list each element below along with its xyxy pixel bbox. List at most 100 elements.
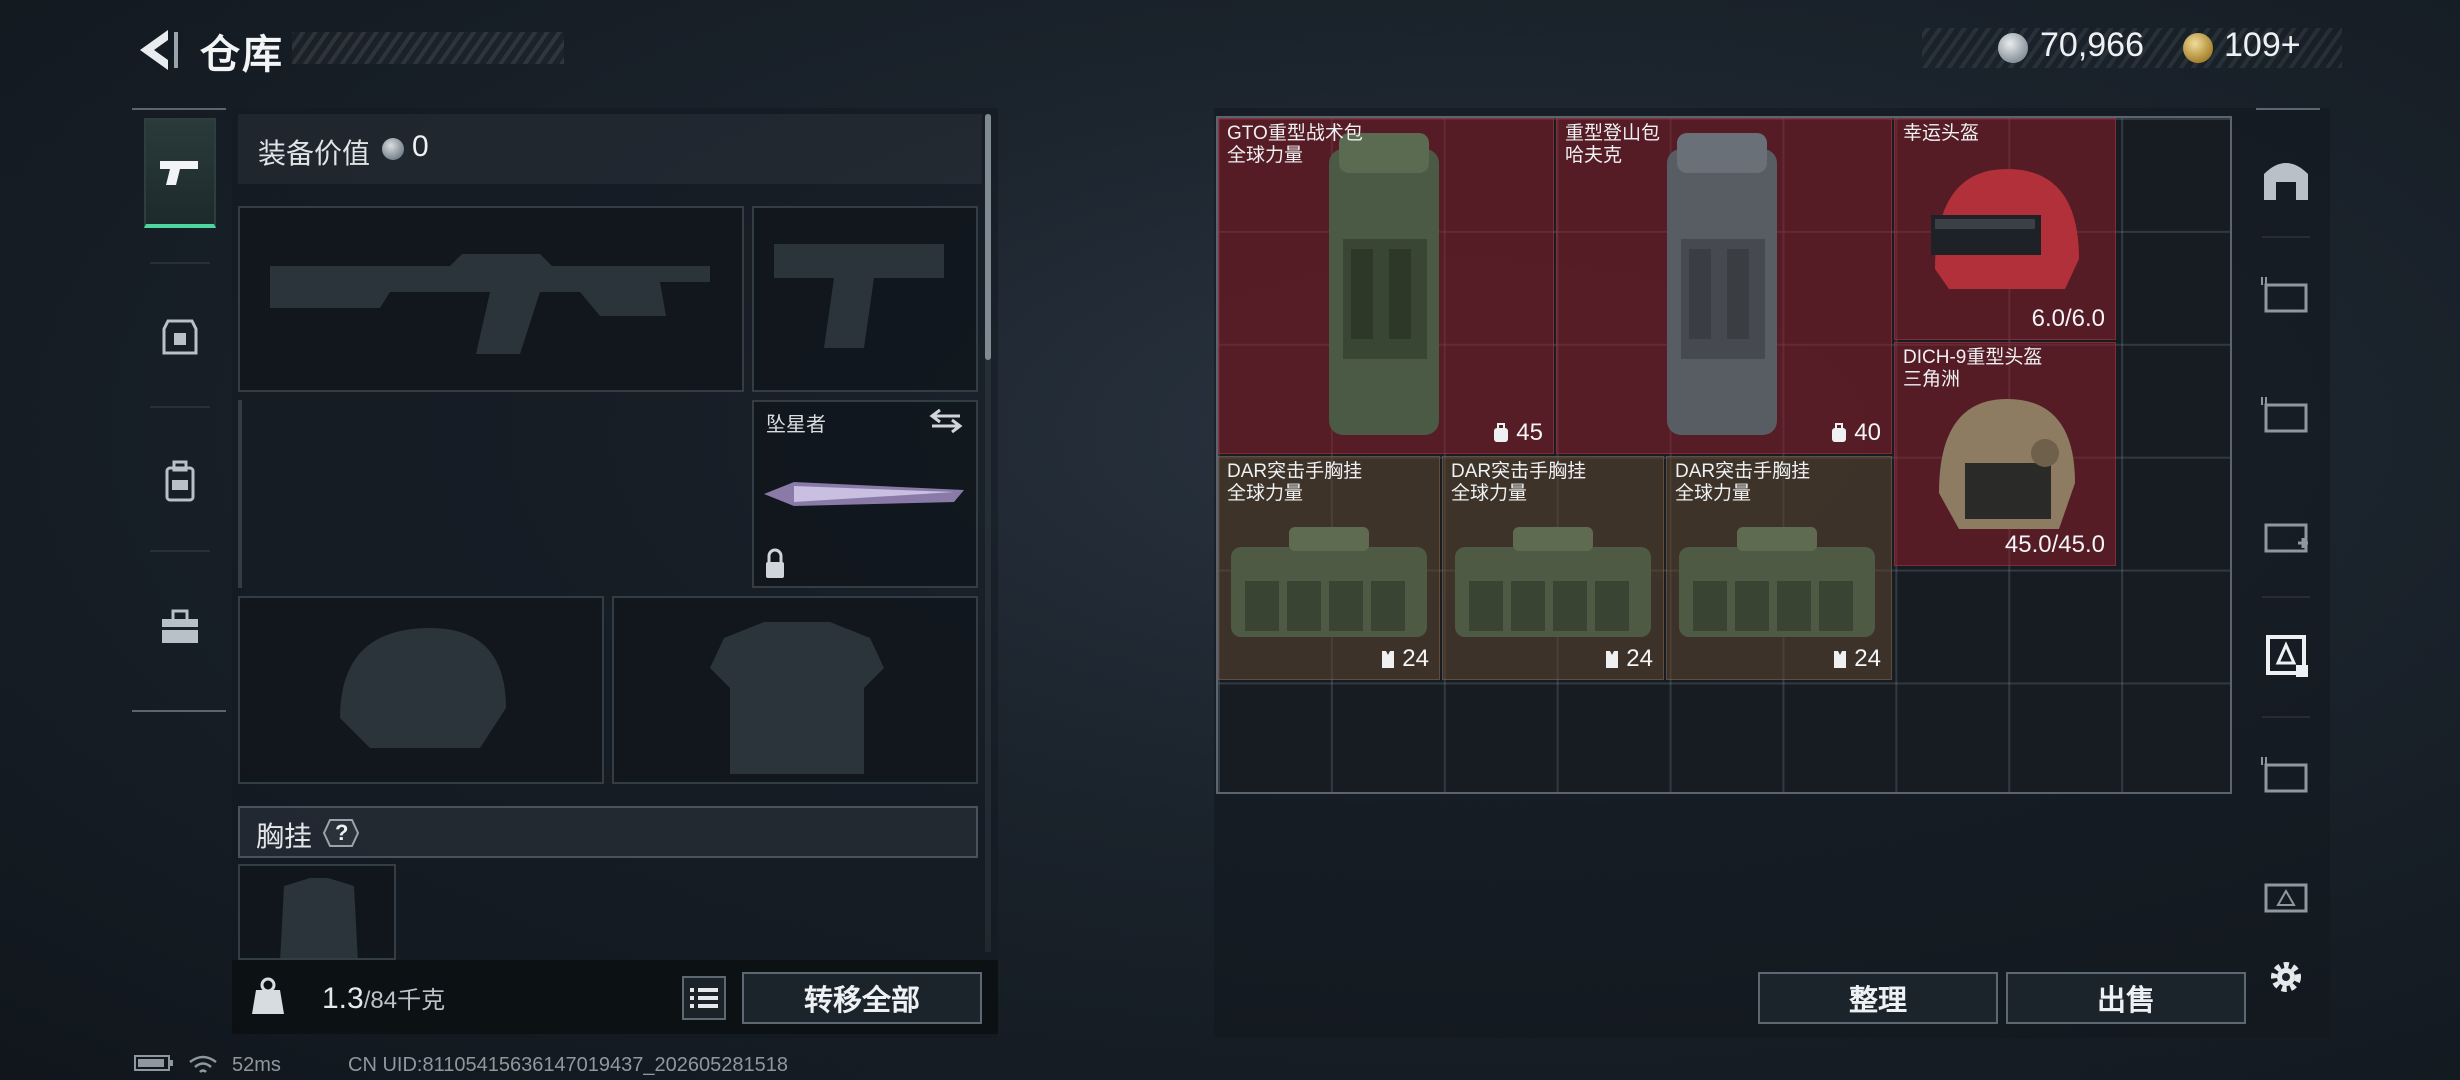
list-icon <box>690 988 718 1008</box>
category-armor[interactable] <box>144 282 216 392</box>
item-durability: 45.0/45.0 <box>2004 531 2105 558</box>
tab-divider <box>2262 596 2310 598</box>
armor-icon <box>162 319 198 355</box>
category-weapons[interactable] <box>144 118 216 228</box>
melee-art <box>764 408 964 578</box>
item-capacity: 40 <box>1830 419 1881 447</box>
rail-divider <box>150 262 210 264</box>
item-name: DAR突击手胸挂 全球力量 <box>1227 461 1363 504</box>
stash-tab-expansion-2[interactable] <box>2258 380 2314 450</box>
stash-item-helmet[interactable]: 幸运头盔 6.0/6.0 <box>1894 118 2116 340</box>
category-toolbox[interactable] <box>144 572 216 682</box>
list-view-button[interactable] <box>682 976 726 1020</box>
back-button[interactable] <box>128 24 184 76</box>
stash-tab-expansion-4[interactable] <box>2258 860 2314 930</box>
pistol-silhouette-icon <box>774 244 944 348</box>
stash-tab-expansion-1[interactable] <box>2258 260 2314 330</box>
stash-item-chest-rig[interactable]: DAR突击手胸挂 全球力量 24 <box>1666 456 1892 680</box>
expansion-box-icon <box>2261 757 2308 793</box>
sell-button[interactable]: 出售 <box>2006 972 2246 1024</box>
tab-divider <box>2262 716 2310 718</box>
rail-divider <box>150 406 210 408</box>
rifle-silhouette-icon <box>240 402 242 588</box>
item-name: DAR突击手胸挂 全球力量 <box>1451 461 1587 504</box>
help-button[interactable]: ? <box>322 818 360 848</box>
item-capacity: 45 <box>1492 419 1543 447</box>
equipment-value: 0 <box>412 130 429 163</box>
stash-item-backpack[interactable]: 重型登山包 哈夫克 40 <box>1556 118 1892 454</box>
vest-silhouette-icon <box>280 878 358 958</box>
primary-weapon-slot-2[interactable] <box>238 400 242 588</box>
armor-silhouette-icon <box>710 622 884 774</box>
backpack-art <box>1667 133 1777 435</box>
secondary-weapon-slot[interactable] <box>752 206 978 392</box>
wifi-icon <box>188 1054 218 1080</box>
ping-readout: 52ms <box>232 1054 281 1076</box>
item-capacity: 24 <box>1380 645 1429 673</box>
item-durability: 6.0/6.0 <box>2031 305 2105 332</box>
settings-button[interactable] <box>2258 942 2314 1012</box>
page-title: 仓库 <box>200 33 284 77</box>
backpack-icon <box>1832 423 1847 442</box>
gear-icon <box>2271 962 2301 992</box>
scrollbar-thumb[interactable] <box>985 114 991 360</box>
stash-item-chest-rig[interactable]: DAR突击手胸挂 全球力量 24 <box>1218 456 1440 680</box>
helmet-silhouette-icon <box>340 628 506 748</box>
toolbox-icon <box>162 609 198 643</box>
gold-coin-icon <box>2183 33 2213 63</box>
silver-currency-amount: 70,966 <box>2040 26 2144 64</box>
title-decoration <box>292 32 564 64</box>
help-badge-text: ? <box>335 820 349 845</box>
item-name: GTO重型战术包 全球力量 <box>1227 123 1363 166</box>
vest-icon <box>1606 651 1619 668</box>
weight-icon <box>248 976 288 1016</box>
rail-divider <box>150 550 210 552</box>
lock-icon <box>766 562 784 578</box>
vest-icon <box>1382 651 1395 668</box>
stash-tab-expansion-medical[interactable] <box>2258 500 2314 570</box>
gold-currency-amount[interactable]: 109+ <box>2224 26 2301 65</box>
weight-readout: 1.3/84千克 <box>322 980 445 1016</box>
medical-box-icon <box>2264 523 2308 553</box>
transfer-all-button[interactable]: 转移全部 <box>742 972 982 1024</box>
item-name: 重型登山包 哈夫克 <box>1565 123 1661 166</box>
stash-item-backpack[interactable]: GTO重型战术包 全球力量 45 <box>1218 118 1554 454</box>
weight-current: 1.3 <box>322 982 364 1015</box>
silver-coin-icon <box>1998 33 2028 63</box>
stash-tab-active[interactable] <box>2258 620 2314 690</box>
backpack-art <box>1329 133 1439 435</box>
battery-icon <box>134 1054 174 1078</box>
expansion-box-icon <box>2261 277 2308 313</box>
rifle-silhouette-icon <box>270 254 710 354</box>
primary-weapon-slot[interactable] <box>238 206 744 392</box>
stash-tab-expansion-3[interactable] <box>2258 740 2314 810</box>
helmet-slot[interactable] <box>238 596 604 784</box>
backpack-icon <box>165 460 195 502</box>
weight-capacity: /84千克 <box>363 987 446 1014</box>
tab-divider <box>2262 236 2310 238</box>
chest-rig-label: 胸挂 <box>256 821 313 852</box>
sort-button[interactable]: 整理 <box>1758 972 1998 1024</box>
stash-item-helmet[interactable]: DICH-9重型头盔 三角洲 45.0/45.0 <box>1894 342 2116 566</box>
expansion-box-icon <box>2264 883 2308 913</box>
category-backpack[interactable] <box>144 426 216 536</box>
pistol-icon <box>160 161 198 185</box>
secure-box-icon <box>2266 635 2308 677</box>
vest-icon <box>1834 651 1847 668</box>
chest-rig-slot[interactable] <box>238 864 396 960</box>
item-capacity: 24 <box>1604 645 1653 673</box>
stash-tab-main[interactable] <box>2258 144 2314 214</box>
equipment-value-label: 装备价值 <box>258 138 371 169</box>
uid-readout: CN UID:8110541563614701943​7_20260528151… <box>348 1054 789 1076</box>
backpack-icon <box>1494 423 1509 442</box>
stash-item-chest-rig[interactable]: DAR突击手胸挂 全球力量 24 <box>1442 456 1664 680</box>
item-name: DICH-9重型头盔 三角洲 <box>1903 347 2043 390</box>
item-name: DAR突击手胸挂 全球力量 <box>1675 461 1811 504</box>
silver-coin-icon <box>382 138 404 160</box>
back-arrow-icon <box>140 30 178 70</box>
expansion-box-icon <box>2261 397 2308 433</box>
item-name: 幸运头盔 <box>1903 123 1980 144</box>
item-capacity: 24 <box>1832 645 1881 673</box>
body-armor-slot[interactable] <box>612 596 978 784</box>
melee-slot[interactable]: 坠星者 <box>752 400 978 588</box>
